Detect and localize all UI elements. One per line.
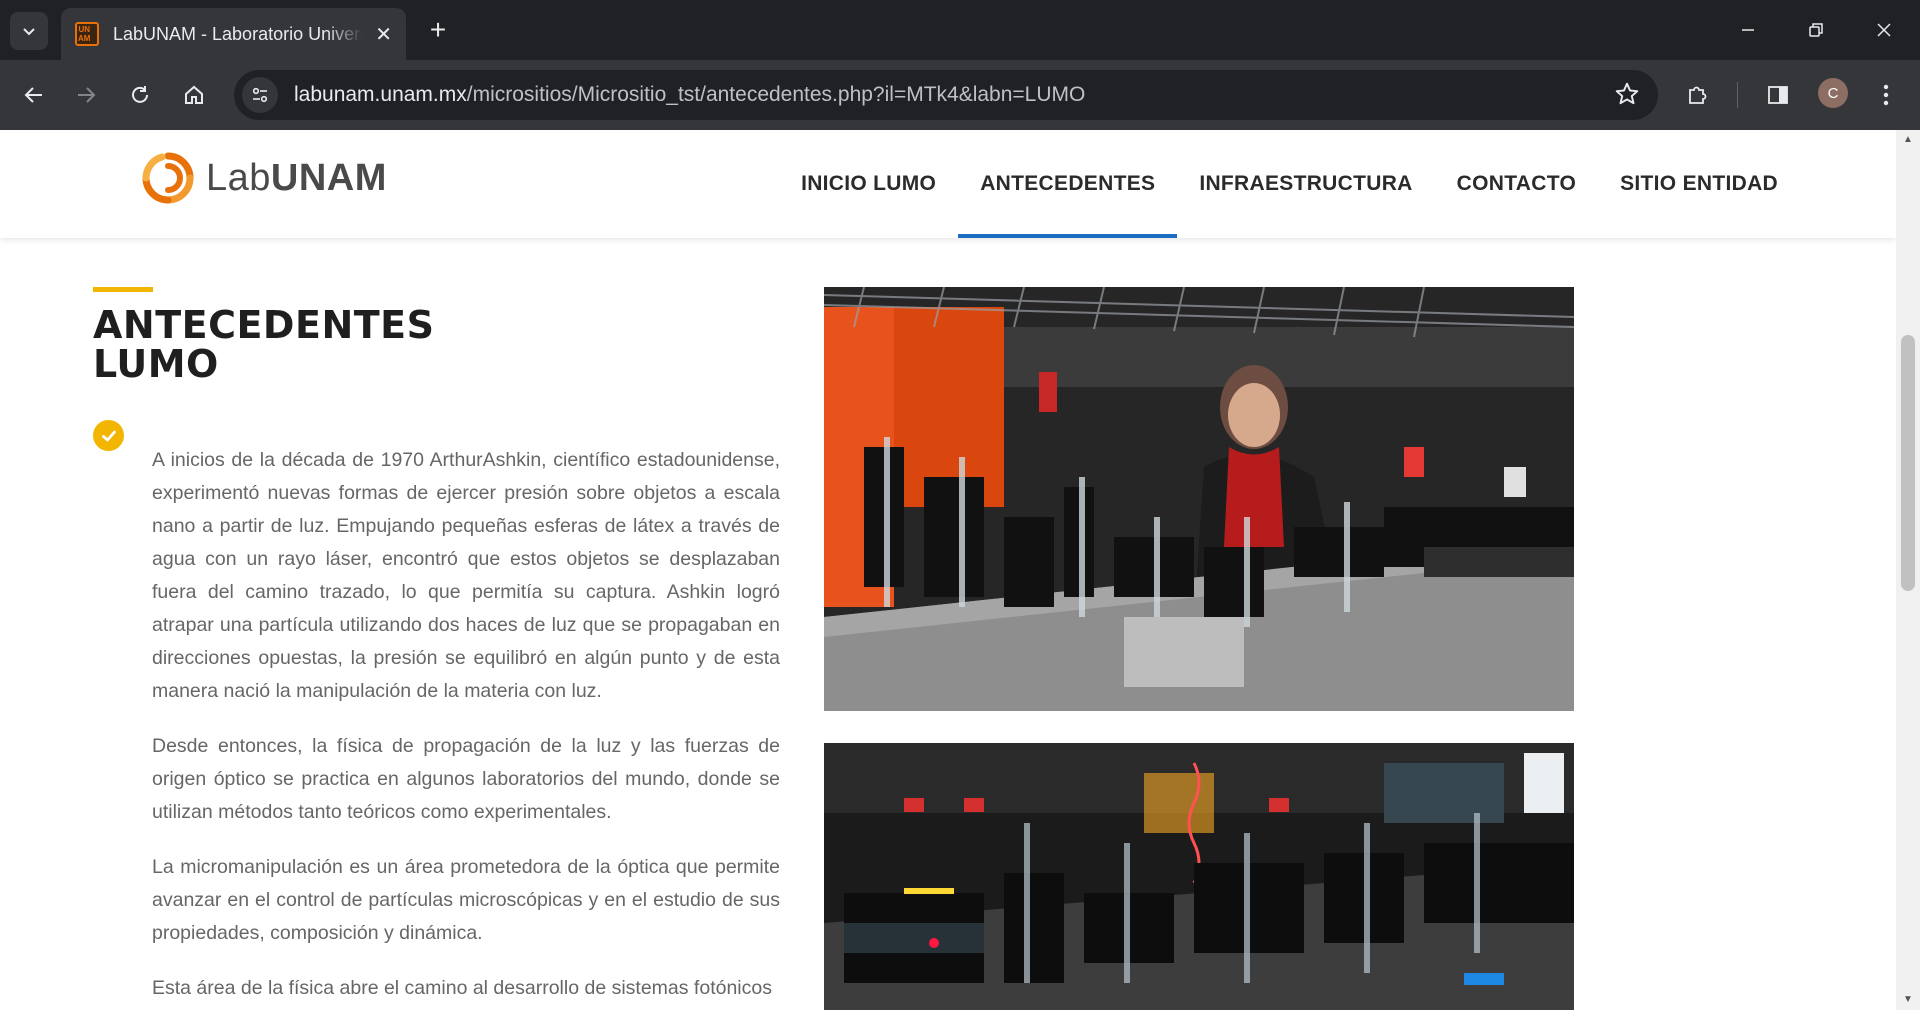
site-info-button[interactable] <box>242 77 278 113</box>
scroll-up-arrow-icon[interactable]: ▲ <box>1902 134 1914 146</box>
paragraph: Desde entonces, la física de propagación… <box>152 735 780 823</box>
labunam-logo-icon <box>142 152 194 204</box>
star-icon <box>1615 82 1639 105</box>
close-icon <box>1877 23 1891 37</box>
nav-item-infraestructura[interactable]: INFRAESTRUCTURA <box>1177 130 1434 238</box>
site-header: LabUNAM INICIO LUMO ANTECEDENTES INFRAES… <box>0 130 1896 238</box>
chevron-down-icon <box>23 28 35 36</box>
nav-item-sitio-entidad[interactable]: SITIO ENTIDAD <box>1598 130 1800 238</box>
logo-unam-text: UNAM <box>270 156 387 199</box>
home-button[interactable] <box>172 73 216 117</box>
restore-button[interactable] <box>1796 10 1836 50</box>
address-bar[interactable]: labunam.unam.mx/micrositios/Micrositio_t… <box>234 70 1658 120</box>
tab-title: LabUNAM - Laboratorio Universitario <box>113 23 363 44</box>
restore-icon <box>1809 23 1823 37</box>
favicon-text-top: UN <box>78 25 90 34</box>
page-title: ANTECEDENTES LUMO <box>93 306 593 384</box>
browser-tab-active[interactable]: UN AM LabUNAM - Laboratorio Universitari… <box>61 8 406 60</box>
logo-wordmark: LabUNAM <box>206 157 387 200</box>
home-icon <box>185 85 203 104</box>
forward-button[interactable] <box>64 73 108 117</box>
reload-button[interactable] <box>118 73 162 117</box>
paragraph: A inicios de la década de 1970 ArthurAsh… <box>152 449 780 702</box>
lab-photo-optical-bench <box>824 743 1574 1010</box>
page-title-line2: LUMO <box>93 342 219 386</box>
url-text[interactable]: labunam.unam.mx/micrositios/Micrositio_t… <box>294 83 1085 107</box>
scroll-down-arrow-icon[interactable]: ▼ <box>1902 994 1914 1006</box>
page-scrollbar[interactable]: ▲ ▼ <box>1896 130 1920 1010</box>
bookmark-button[interactable] <box>1614 81 1640 112</box>
more-vert-icon <box>1883 84 1889 106</box>
tab-close-icon[interactable]: ✕ <box>375 22 392 47</box>
close-window-button[interactable] <box>1864 10 1904 50</box>
arrow-right-icon <box>78 87 96 103</box>
site-logo[interactable]: LabUNAM <box>140 148 387 208</box>
paragraph: La micromanipulación es un área prometed… <box>152 856 780 944</box>
nav-item-inicio-lumo[interactable]: INICIO LUMO <box>779 130 958 238</box>
side-panel-icon <box>1768 86 1788 104</box>
lab-photo-researcher <box>824 287 1574 711</box>
puzzle-icon <box>1689 86 1707 104</box>
extensions-button[interactable] <box>1676 73 1720 117</box>
scrollbar-thumb[interactable] <box>1901 335 1915 591</box>
nav-item-antecedentes[interactable]: ANTECEDENTES <box>958 130 1178 238</box>
url-path: /micrositios/Micrositio_tst/antecedentes… <box>466 83 1086 106</box>
title-accent-bar <box>93 287 153 292</box>
page-viewport: LabUNAM INICIO LUMO ANTECEDENTES INFRAES… <box>0 130 1920 1010</box>
paragraph: Esta área de la física abre el camino al… <box>152 977 772 999</box>
minimize-icon <box>1742 29 1754 31</box>
tune-icon <box>252 87 268 103</box>
page-title-line1: ANTECEDENTES <box>93 303 435 347</box>
side-panel-button[interactable] <box>1756 73 1800 117</box>
minimize-button[interactable] <box>1728 10 1768 50</box>
profile-avatar[interactable]: C <box>1818 78 1848 108</box>
new-tab-button[interactable]: + <box>422 14 454 46</box>
favicon-text-bottom: AM <box>78 34 91 43</box>
browser-tab-strip: UN AM LabUNAM - Laboratorio Universitari… <box>0 0 1920 60</box>
check-circle-icon <box>93 420 124 451</box>
toolbar-divider <box>1737 82 1738 108</box>
logo-lab-text: Lab <box>206 156 271 199</box>
browser-toolbar: labunam.unam.mx/micrositios/Micrositio_t… <box>0 60 1920 130</box>
back-button[interactable] <box>12 73 56 117</box>
reload-icon <box>132 86 148 103</box>
arrow-left-icon <box>24 87 42 103</box>
site-favicon-icon: UN AM <box>75 22 99 46</box>
article-body: A inicios de la década de 1970 ArthurAsh… <box>152 444 780 1010</box>
main-navigation: INICIO LUMO ANTECEDENTES INFRAESTRUCTURA… <box>779 130 1800 238</box>
nav-item-contacto[interactable]: CONTACTO <box>1435 130 1598 238</box>
url-host: labunam.unam.mx <box>294 83 467 106</box>
tab-search-button[interactable] <box>10 12 48 50</box>
browser-menu-button[interactable] <box>1864 73 1908 117</box>
